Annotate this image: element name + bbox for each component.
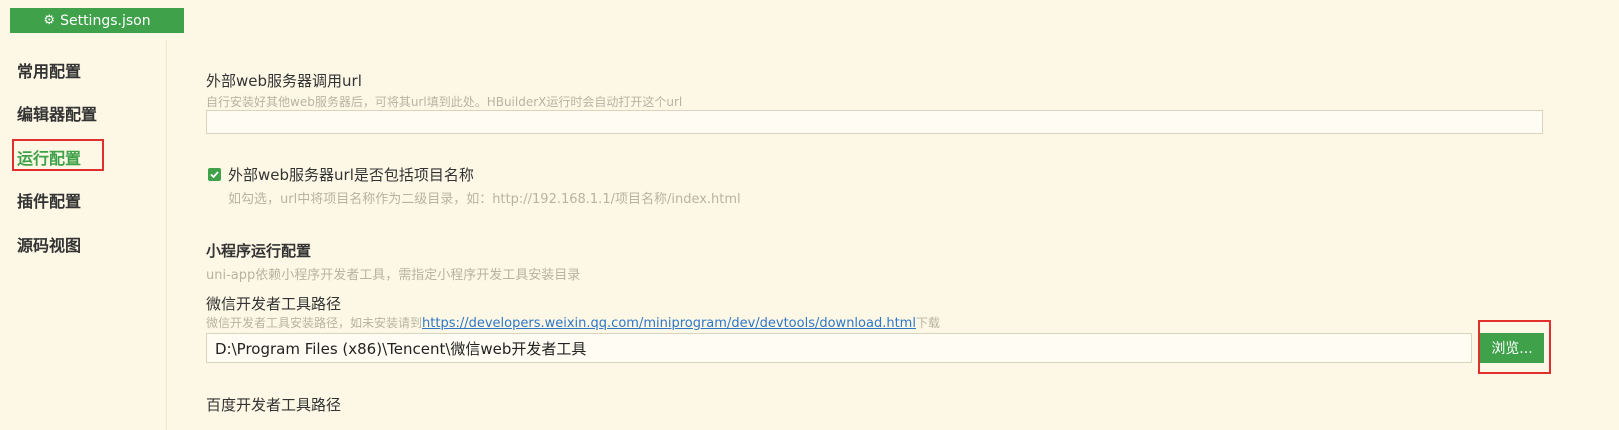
wechat-path-label: 微信开发者工具路径 bbox=[206, 295, 342, 313]
wechat-path-hint-suffix: 下载 bbox=[915, 316, 940, 330]
gear-icon: ⚙ bbox=[43, 13, 56, 28]
baidu-path-label: 百度开发者工具路径 bbox=[206, 396, 342, 414]
sidebar-item-label: 编辑器配置 bbox=[17, 105, 98, 124]
include-project-name-hint: 如勾选，url中将项目名称作为二级目录，如：http://192.168.1.1… bbox=[228, 192, 741, 207]
sidebar-item-label: 插件配置 bbox=[17, 192, 82, 211]
wechat-download-link[interactable]: https://developers.weixin.qq.com/minipro… bbox=[422, 316, 916, 331]
sidebar-item-run-config[interactable]: 运行配置 bbox=[11, 139, 105, 171]
tab-title: Settings.json bbox=[60, 12, 151, 29]
sidebar-item-label: 常用配置 bbox=[17, 62, 82, 81]
sidebar: 常用配置 编辑器配置 运行配置 插件配置 源码视图 bbox=[0, 40, 167, 430]
web-server-url-input[interactable] bbox=[206, 110, 1543, 134]
include-project-name-label: 外部web服务器url是否包括项目名称 bbox=[228, 166, 474, 184]
miniprogram-section-hint: uni-app依赖小程序开发者工具，需指定小程序开发工具安装目录 bbox=[206, 268, 581, 283]
settings-panel: 外部web服务器调用url 自行安装好其他web服务器后，可将其url填到此处。… bbox=[206, 0, 1606, 430]
sidebar-item-common-config[interactable]: 常用配置 bbox=[17, 58, 81, 82]
include-project-name-checkbox[interactable] bbox=[208, 168, 221, 181]
web-server-url-label: 外部web服务器调用url bbox=[206, 72, 362, 90]
web-server-url-hint: 自行安装好其他web服务器后，可将其url填到此处。HBuilderX运行时会自… bbox=[206, 95, 683, 109]
tab-settings-json[interactable]: ⚙ Settings.json bbox=[10, 8, 184, 33]
checkmark-icon bbox=[210, 171, 219, 179]
sidebar-item-label: 源码视图 bbox=[17, 236, 82, 255]
wechat-path-input[interactable] bbox=[206, 333, 1472, 363]
sidebar-item-source-view[interactable]: 源码视图 bbox=[17, 232, 81, 256]
miniprogram-section-title: 小程序运行配置 bbox=[206, 242, 312, 260]
wechat-path-hint: 微信开发者工具安装路径，如未安装请到https://developers.wei… bbox=[206, 314, 940, 331]
sidebar-item-editor-config[interactable]: 编辑器配置 bbox=[17, 101, 97, 125]
wechat-path-hint-prefix: 微信开发者工具安装路径，如未安装请到 bbox=[206, 316, 423, 330]
browse-button[interactable]: 浏览... bbox=[1480, 333, 1544, 363]
sidebar-item-plugin-config[interactable]: 插件配置 bbox=[17, 188, 81, 212]
sidebar-item-label: 运行配置 bbox=[17, 149, 82, 168]
